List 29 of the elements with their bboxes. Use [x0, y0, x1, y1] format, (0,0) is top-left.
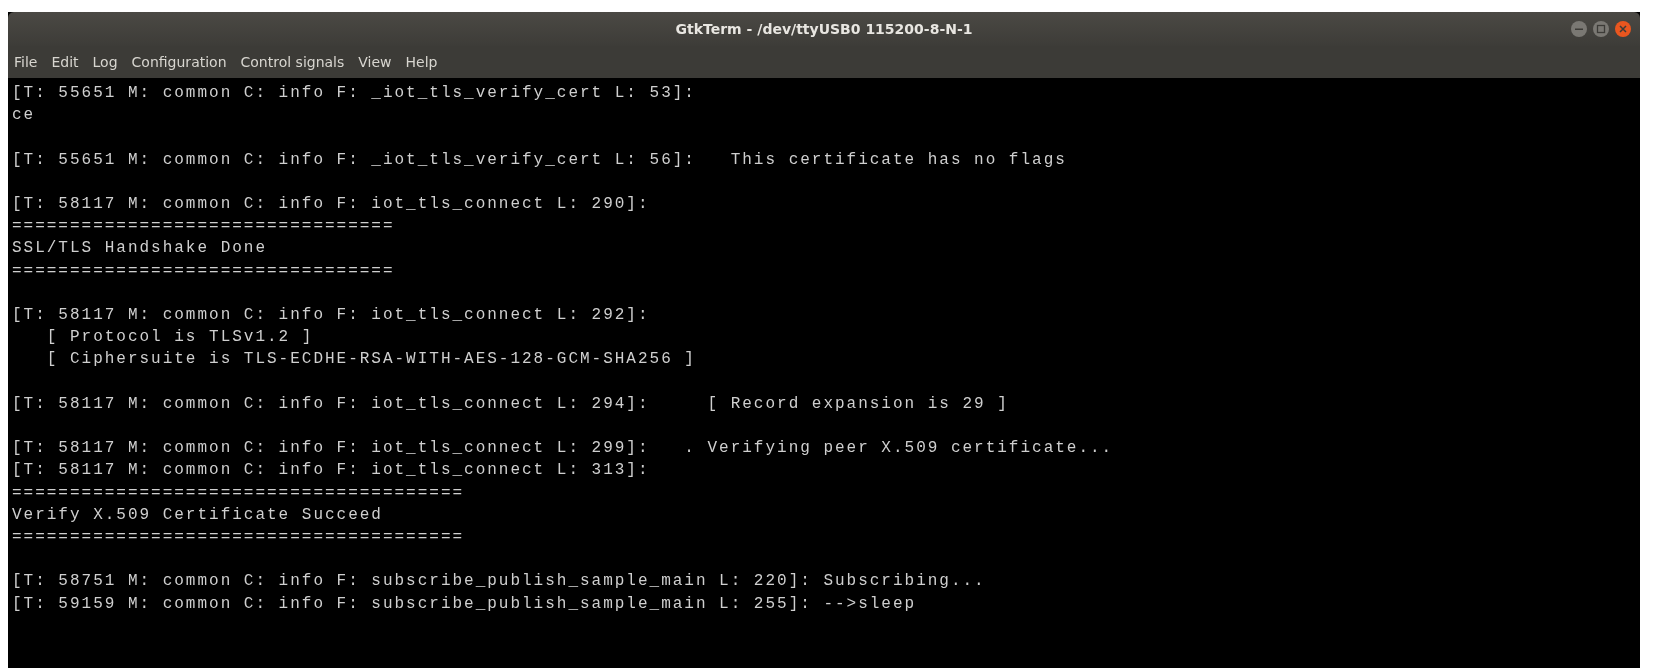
- terminal-line: [T: 55651 M: common C: info F: _iot_tls_verify_cert L: 56]: This certificate has no flags: [12, 149, 1067, 171]
- terminal-line: [T: 58117 M: common C: info F: iot_tls_connect L: 313]:: [12, 460, 650, 482]
- terminal-line: [T: 58751 M: common C: info F: subscribe_publish_sample_main L: 220]: Subscribing...: [12, 571, 986, 593]
- terminal-line: [T: 58117 M: common C: info F: iot_tls_connect L: 299]: . Verifying peer X.509 certificate...: [12, 438, 1114, 460]
- menu-item[interactable]: Help: [405, 54, 438, 70]
- terminal-line: SSL/TLS Handshake Done: [12, 238, 267, 260]
- terminal-line: [T: 59159 M: common C: info F: subscribe_publish_sample_main L: 255]: -->sleep: [12, 593, 917, 615]
- maximize-button[interactable]: [1592, 20, 1610, 38]
- menu-item[interactable]: File: [14, 54, 38, 70]
- terminal-line: =================================: [12, 216, 395, 238]
- menu-item[interactable]: Configuration: [131, 54, 227, 70]
- terminal-line: =======================================: [12, 482, 465, 504]
- terminal-line: =================================: [12, 260, 395, 282]
- terminal-line: =======================================: [12, 527, 465, 548]
- terminal-line: [T: 55651 M: common C: info F: _iot_tls_verify_cert L: 53]:: [12, 83, 696, 104]
- menu-item[interactable]: Control signals: [240, 54, 345, 70]
- terminal-line: [T: 58117 M: common C: info F: iot_tls_connect L: 292]:: [12, 305, 650, 326]
- terminal-line: ce: [12, 105, 36, 127]
- menu-item[interactable]: View: [358, 54, 392, 70]
- window-title: GtkTerm - /dev/ttyUSB0 115200-8-N-1: [675, 21, 973, 37]
- terminal-line: [T: 58117 M: common C: info F: iot_tls_connect L: 294]: [ Record expansion is 29 ]: [12, 393, 1009, 415]
- terminal-line: [T: 58117 M: common C: info F: iot_tls_connect L: 290]:: [12, 194, 650, 215]
- terminal-line: [ Ciphersuite is TLS-ECDHE-RSA-WITH-AES-128-GCM-SHA256 ]: [45, 349, 696, 371]
- close-button[interactable]: [1614, 20, 1632, 38]
- menu-item[interactable]: Log: [92, 54, 118, 70]
- minimize-button[interactable]: [1570, 20, 1588, 38]
- menu-item[interactable]: Edit: [51, 54, 79, 70]
- terminal-line: [ Protocol is TLSv1.2 ]: [45, 327, 314, 349]
- terminal-line: Verify X.509 Certificate Succeed: [12, 504, 383, 526]
